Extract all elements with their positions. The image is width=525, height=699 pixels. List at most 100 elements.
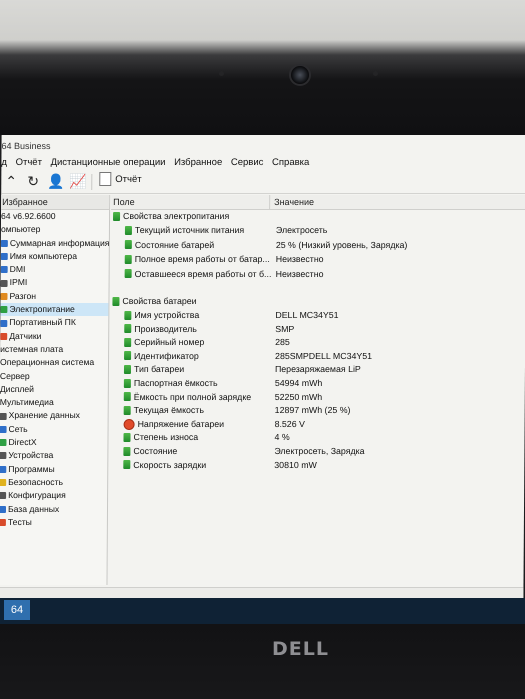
section-battery-properties[interactable]: Свойства батареи [110, 296, 525, 310]
property-value: DELL MC34Y51 [275, 310, 339, 320]
column-header: Поле Значение [111, 195, 525, 210]
menu-item-tools[interactable]: Сервис [231, 157, 264, 168]
property-row[interactable]: Текущий источник питания Электросеть [111, 225, 525, 239]
tree-item[interactable]: Дисплей [0, 383, 108, 396]
property-row[interactable]: Текущая ёмкость 12897 mWh (25 %) [110, 405, 525, 419]
tree-item[interactable]: Суммарная информация [0, 237, 110, 250]
column-field[interactable]: Поле [113, 197, 135, 207]
menu-item-view[interactable]: д [1, 157, 7, 168]
tree-item[interactable]: истемная плата [0, 343, 108, 356]
section-title: Свойства батареи [122, 296, 197, 306]
property-value: Электросеть, Зарядка [274, 446, 365, 456]
tree-item-label: Хранение данных [8, 410, 80, 421]
tree-item[interactable]: Тесты [0, 516, 107, 529]
property-icon [123, 405, 131, 415]
property-row[interactable]: Полное время работы от батар... Неизвестн… [111, 254, 525, 268]
tree-item[interactable]: 64 v6.92.6600 [1, 210, 109, 223]
tree-item[interactable]: Конфигурация [0, 489, 107, 502]
tree-item[interactable]: Операционная система [0, 356, 108, 369]
taskbar-app-button[interactable]: 64 [4, 600, 30, 620]
section-title: Свойства электропитания [123, 211, 230, 221]
tree-item[interactable]: Имя компьютера [0, 250, 109, 263]
property-field: Оставшееся время работы от б... [134, 268, 272, 279]
menu-item-favorites[interactable]: Избранное [174, 157, 222, 168]
property-field: Паспортная ёмкость [133, 378, 218, 388]
property-row[interactable]: Напряжение батареи 8.526 V [110, 418, 525, 433]
tree-item-icon [0, 332, 8, 340]
report-button[interactable]: Отчёт [99, 172, 142, 186]
property-value: Неизвестно [275, 268, 324, 279]
property-value: 12897 mWh (25 %) [274, 405, 351, 416]
tree-item[interactable]: Портативный ПК [0, 316, 108, 329]
property-field: Тип батареи [133, 364, 185, 375]
webcam-icon [289, 64, 311, 86]
tree-item[interactable]: Хранение данных [0, 409, 108, 422]
property-row[interactable]: Скорость зарядки 30810 mW [109, 460, 524, 474]
column-value[interactable]: Значение [274, 197, 314, 207]
property-row[interactable]: Тип батареи Перезаряжаемая LiP [110, 364, 525, 378]
details-panel: Поле Значение Свойства электропитания Те… [108, 195, 525, 585]
property-icon [123, 460, 131, 470]
tree-item-label: Сеть [8, 423, 28, 434]
property-row[interactable]: Оставшееся время работы от б... Неизвестн… [111, 269, 525, 283]
property-value: 30810 mW [274, 459, 317, 470]
property-row[interactable]: Состояние Электросеть, Зарядка [109, 446, 524, 460]
tree-item[interactable]: омпьютер [1, 223, 109, 236]
property-row[interactable]: Серийный номер 285 [110, 337, 525, 351]
property-row[interactable]: Идентификатор 285SMPDELL MC34Y51 [110, 351, 525, 365]
tree-item[interactable]: Безопасность [0, 476, 107, 489]
tree-item[interactable]: Разгон [0, 290, 108, 303]
tree-item-label: Операционная система [0, 357, 95, 368]
tree-item-label: Суммарная информация [9, 237, 110, 248]
property-row[interactable]: Состояние батарей 25 % (Низкий уровень, З… [111, 240, 525, 254]
tree-item[interactable]: Сервер [0, 370, 108, 383]
refresh-icon[interactable]: ↻ [27, 173, 39, 190]
property-icon [123, 432, 131, 442]
taskbar: 64 [0, 598, 525, 624]
tree-item-label: Имя компьютера [9, 250, 78, 261]
property-value: Неизвестно [275, 254, 324, 264]
laptop-bezel-top [0, 0, 525, 135]
status-bar [0, 587, 524, 598]
menu-item-report[interactable]: Отчёт [16, 157, 42, 168]
tree-item-label: База данных [7, 503, 60, 514]
user-icon[interactable]: 👤 [47, 173, 65, 190]
left-panel-header[interactable]: Избранное [1, 195, 110, 210]
property-field: Напряжение батареи [137, 419, 225, 430]
left-panel: Избранное 64 v6.92.6600 омпьютер Суммарная… [0, 195, 111, 585]
up-arrow-icon[interactable]: ⌃ [5, 173, 17, 190]
tree-item[interactable]: DirectX [0, 436, 108, 449]
property-icon [124, 269, 132, 278]
tree-item-icon [0, 465, 7, 473]
property-row[interactable]: Производитель SMP [110, 324, 525, 338]
property-icon [124, 240, 132, 249]
tree-item[interactable]: Программы [0, 463, 107, 476]
property-field: Состояние [133, 446, 178, 456]
menu-item-help[interactable]: Справка [272, 157, 309, 168]
property-row[interactable]: Степень износа 4 % [109, 432, 524, 446]
property-field: Скорость зарядки [133, 459, 207, 470]
chart-icon[interactable]: 📈 [69, 173, 87, 190]
property-row[interactable]: Ёмкость при полной зарядке 52250 mWh [110, 392, 525, 406]
section-power-properties[interactable]: Свойства электропитания [111, 211, 525, 225]
property-row[interactable]: Паспортная ёмкость 54994 mWh [110, 378, 525, 392]
tree-item[interactable]: Электропитание [0, 303, 109, 317]
tree-item-icon [0, 425, 7, 433]
menu-item-remote[interactable]: Дистанционные операции [51, 157, 166, 168]
property-row[interactable]: Имя устройства DELL MC34Y51 [110, 310, 525, 324]
tree-item[interactable]: Мультимедиа [0, 396, 108, 409]
tree-item[interactable]: Датчики [0, 330, 108, 343]
column-divider[interactable] [269, 195, 271, 209]
tree-item-label: 64 v6.92.6600 [1, 211, 56, 221]
tree-item[interactable]: Устройства [0, 449, 107, 462]
sensor-dot-right [373, 71, 378, 76]
tree-item-icon [0, 319, 8, 327]
tree-item[interactable]: Сеть [0, 423, 108, 436]
tree-item[interactable]: IPMI [0, 276, 109, 289]
tree-item[interactable]: DMI [0, 263, 109, 276]
property-icon [123, 446, 131, 456]
property-field: Состояние батарей [134, 239, 215, 250]
property-icon [123, 364, 132, 374]
tree-item-icon [0, 518, 6, 526]
tree-item[interactable]: База данных [0, 503, 107, 516]
